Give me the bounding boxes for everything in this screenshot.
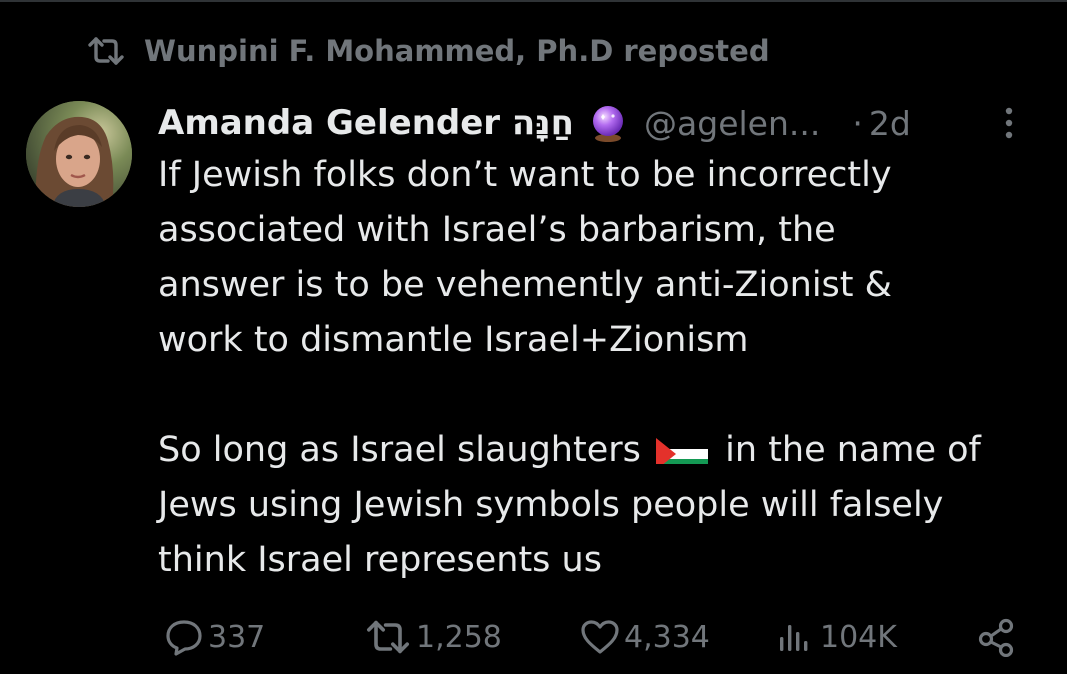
repost-icon bbox=[86, 36, 126, 66]
tweet-text-line: So long as Israel slaughters in the name… bbox=[158, 423, 1048, 478]
tweet-text-line: associated with Israel’s barbarism, the bbox=[158, 210, 836, 250]
author-handle[interactable]: @agelen... bbox=[644, 104, 820, 143]
share-button[interactable] bbox=[972, 612, 1018, 662]
separator: · bbox=[852, 103, 863, 143]
view-count: 104K bbox=[820, 619, 897, 655]
repost-button[interactable]: 1,258 bbox=[360, 612, 502, 662]
tweet-text-segment: in the name of bbox=[725, 430, 981, 470]
tweet-body: If Jewish folks don’t want to be incorre… bbox=[158, 148, 1048, 588]
reply-button[interactable]: 337 bbox=[160, 612, 265, 662]
analytics-icon bbox=[776, 619, 816, 655]
tweet-text-segment: So long as Israel slaughters bbox=[158, 430, 641, 470]
tweet-text-line: work to dismantle Israel+Zionism bbox=[158, 320, 749, 360]
reply-icon bbox=[164, 618, 204, 656]
repost-icon bbox=[364, 619, 412, 655]
tweet-text-line: answer is to be vehemently anti-Zionist … bbox=[158, 265, 892, 305]
more-options-icon[interactable] bbox=[999, 104, 1019, 142]
tweet-text-line: If Jewish folks don’t want to be incorre… bbox=[158, 155, 892, 195]
tweet-header: Amanda Gelender חַנָּה @agelen... · 2d bbox=[158, 98, 1047, 148]
repost-label: Wunpini F. Mohammed, Ph.D reposted bbox=[144, 34, 770, 68]
repost-indicator[interactable]: Wunpini F. Mohammed, Ph.D reposted bbox=[86, 30, 770, 72]
avatar[interactable] bbox=[26, 101, 132, 207]
divider bbox=[0, 0, 1067, 2]
crystal-ball-icon bbox=[588, 103, 628, 143]
author-name[interactable]: Amanda Gelender חַנָּה bbox=[158, 103, 574, 143]
tweet-text-line: Jews using Jewish symbols people will fa… bbox=[158, 485, 944, 525]
repost-count: 1,258 bbox=[416, 619, 502, 655]
heart-icon bbox=[580, 619, 620, 655]
tweet-card: Wunpini F. Mohammed, Ph.D reposted Amand… bbox=[0, 0, 1067, 674]
like-button[interactable]: 4,334 bbox=[576, 612, 710, 662]
tweet-actions: 337 1,258 4,334 104K bbox=[158, 612, 1038, 662]
reply-count: 337 bbox=[208, 619, 266, 655]
like-count: 4,334 bbox=[624, 619, 710, 655]
views-button[interactable]: 104K bbox=[772, 612, 897, 662]
palestine-flag-icon bbox=[656, 432, 709, 464]
share-icon bbox=[976, 617, 1018, 657]
tweet-text-line: think Israel represents us bbox=[158, 540, 602, 580]
timestamp[interactable]: 2d bbox=[869, 104, 911, 143]
